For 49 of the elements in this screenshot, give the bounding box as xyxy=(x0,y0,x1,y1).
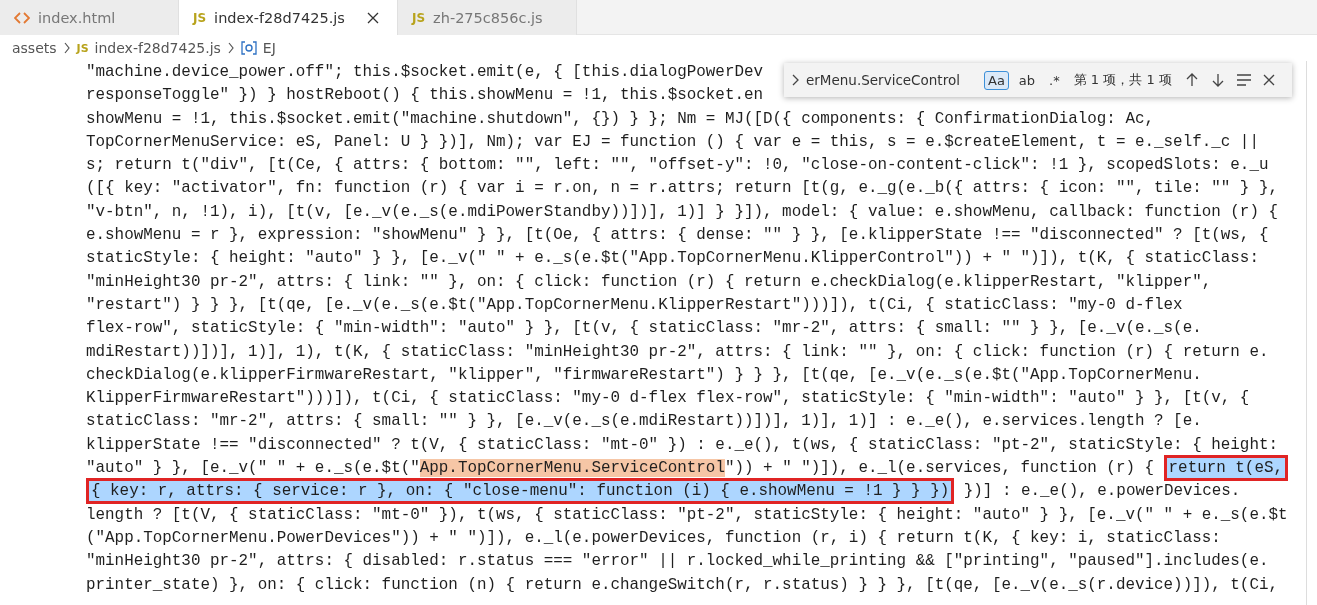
code-text: length ? [t(V, { staticClass: "mt-0" }), t(ws, { staticClass: "pt-2", staticStyle: { height: "auto" } }, [e._v(" " + e._s(e.$t xyxy=(86,505,1288,524)
match-count: 第 1 项，共 1 项 xyxy=(1073,71,1172,89)
file-type-label: JS xyxy=(76,41,89,55)
code-text: responseToggle" }) } hostReboot() { this.showMenu = !1, this.$socket.en xyxy=(86,86,764,105)
code-brackets-icon xyxy=(14,10,30,25)
code-text: flex-row", staticStyle: { "min-width": "auto" } }, [t(v, { staticClass: "mr-2", attrs: { small: "" } }, [e._v(e._s(e. xyxy=(86,319,1202,338)
code-text: showMenu = !1, this.$socket.emit("machine.shutdown", {}) } }; Nm = MJ([D({ components: { ConfirmationDialog: Ac, xyxy=(86,109,1155,128)
code-text: staticClass: "mr-2", attrs: { small: "" } }, [e._v(e._s(e.mdiRestart))])], 1)], 1)] : e._e(), e.services.length ? [e. xyxy=(86,412,1202,431)
code-text: e.showMenu = r }, expression: "showMenu" } }, [t(Oe, { attrs: { dense: "" } }, [e.klipperState !== "disconnected" ? [t(ws, { xyxy=(86,226,1269,245)
code-text: "auto" } }, [e._v(" " + e._s(e.$t(" xyxy=(86,459,420,478)
editor-tab[interactable]: JS zh-275c856c.js xyxy=(398,0,577,35)
find-option-toggle[interactable]: .* xyxy=(1045,70,1064,90)
code-text: KlipperFirmwareRestart")))]), t(Ci, { staticClass: "my-0 d-flex flex-row", staticStyle: { "min-width": "auto" } }, [t(v, { xyxy=(86,389,1250,408)
file-type-label: JS xyxy=(193,10,207,25)
editor-tab[interactable]: JS index-f28d7425.js xyxy=(179,0,398,35)
code-text: })] : e._e(), e.powerDevices. xyxy=(962,482,1241,501)
code-text: "minHeight30 pr-2", attrs: { link: "" }, on: { click: function (r) { return e.checkDialog(e.klipperRestart, "klipper", xyxy=(86,272,1212,291)
code-text: s; return t("div", [t(Ce, { attrs: { bottom: "", left: "", "offset-y": !0, "close-on-content-click": !1 }, scopedSlots: e._u xyxy=(86,156,1269,175)
chevron-icon xyxy=(62,42,71,54)
code-text: "machine.device_power.off"; this.$socket.emit(e, { [this.dialogPowerDev xyxy=(86,63,764,81)
search-match: App.TopCornerMenu.ServiceControl xyxy=(419,459,725,478)
code-text: "restart") } } }, [t(qe, [e._v(e._s(e.$t("App.TopCornerMenu.KlipperRestart")))]), t(Ci, { staticClass: "my-0 d-flex xyxy=(86,295,1183,314)
code-text: printer_state) }, on: { click: function (n) { return e.changeSwitch(r, r.status) } } }, [t(qe, [e._v(e._s(r.device))]), t(Ci, xyxy=(86,575,1278,594)
breadcrumb-item[interactable]: index-f28d7425.js xyxy=(94,40,221,56)
code-text: mdiRestart))])], 1)], 1), t(K, { staticClass: "minHeight30 pr-2", attrs: { link: "" }, on: { click: function (r) { return e. xyxy=(86,342,1269,361)
find-option-toggle[interactable]: ab xyxy=(1014,70,1040,90)
selected-code: return t(eS, xyxy=(1163,455,1288,482)
file-type-label: JS xyxy=(412,10,426,25)
code-text: checkDialog(e.klipperFirmwareRestart, "klipper", "firmwareRestart") } } }, [t(qe, [e._v(e._s(e.$t("App.TopCornerMenu. xyxy=(86,365,1202,384)
close-icon[interactable] xyxy=(366,11,379,24)
code-text: ")) + " ")]), e._l(e.services, function (r) { xyxy=(724,459,1156,478)
code-text: klipperState !== "disconnected" ? t(V, { staticClass: "mt-0" }) : e._e(), t(ws, { staticClass: "pt-2", staticStyle: { height: xyxy=(86,435,1278,454)
find-field[interactable]: erMenu.ServiceControl xyxy=(806,72,978,88)
breadcrumb-item[interactable]: EJ xyxy=(262,40,276,56)
editor-tab[interactable]: index.html xyxy=(0,0,179,35)
find-option-toggle[interactable]: Aa xyxy=(984,70,1009,90)
code-text: "v-btn", n, !1), i), [t(v, [e._v(e._s(e.mdiPowerStandby))])], 1)] } }]), model: { value: e.showMenu, callback: function (r) { xyxy=(86,202,1278,221)
symbol-icon xyxy=(240,41,257,55)
code-text: "minHeight30 pr-2", attrs: { disabled: r.status === "error" || r.locked_while_printing && ["printing", "paused"].includes(e. xyxy=(86,552,1269,571)
expand-icon[interactable] xyxy=(790,73,800,87)
code-text: staticStyle: { height: "auto" } }, [e._v(" " + e._s(e.$t("App.TopCornerMenu.KlipperControl")) + " ")]), t(K, { staticClass: xyxy=(86,249,1259,268)
chevron-icon xyxy=(226,42,235,54)
code-text: ("App.TopCornerMenu.PowerDevices")) + " ")]), e._l(e.powerDevices, function (r, i) { return t(K, { key: i, staticClass: xyxy=(86,528,1221,547)
selected-code: { key: r, attrs: { service: r }, on: { "close-menu": function (i) { e.showMenu = !1 } } }) xyxy=(86,478,955,505)
lines-icon[interactable] xyxy=(1235,73,1252,87)
close-icon[interactable] xyxy=(1261,73,1276,87)
code-text: TopCornerMenuService: eS, Panel: U } })], Nm); var EJ = function () { var e = this, s = e.$createElement, t = e._self._c || xyxy=(86,132,1259,151)
code-text: ([{ key: "activator", fn: function (r) { var i = r.on, n = r.attrs; return [t(g, e._g(e._b({ attrs: { icon: "", tile: "" } }, xyxy=(86,179,1278,198)
breadcrumb-item[interactable]: assets xyxy=(12,40,57,56)
